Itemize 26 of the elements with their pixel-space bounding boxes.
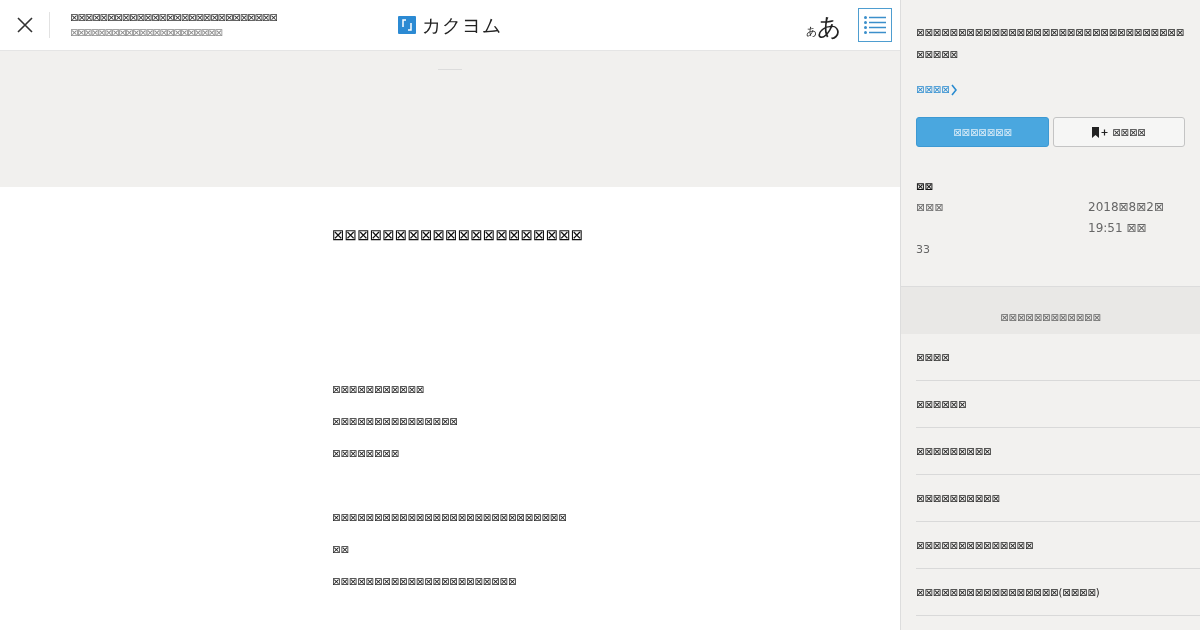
- episode-title: ⊠⊠⊠⊠⊠⊠⊠⊠⊠⊠⊠⊠⊠⊠⊠⊠⊠⊠⊠⊠: [332, 225, 584, 246]
- sidebar-heading: ⊠⊠: [916, 180, 933, 194]
- detail-label: 33: [916, 242, 930, 258]
- detail-value: 2018⊠8⊠2⊠ 19:51 ⊠⊠: [1088, 199, 1164, 237]
- page-title: ⊠⊠⊠⊠⊠⊠⊠⊠⊠⊠⊠⊠⊠⊠⊠⊠⊠⊠⊠⊠⊠⊠⊠⊠⊠⊠⊠⊠: [70, 11, 277, 25]
- episode-link[interactable]: ⊠⊠⊠⊠⊠⊠: [916, 381, 1200, 428]
- page-subtitle: ⊠⊠⊠⊠⊠⊠⊠⊠⊠⊠⊠⊠⊠⊠⊠⊠⊠⊠⊠⊠⊠⊠: [70, 27, 222, 39]
- episode-link[interactable]: ⊠⊠⊠⊠⊠⊠⊠⊠⊠⊠⊠⊠⊠⊠: [916, 522, 1200, 569]
- bookmark-button[interactable]: ⊠⊠⊠⊠: [1053, 117, 1185, 147]
- list-button[interactable]: [858, 8, 892, 42]
- close-icon: [16, 17, 33, 33]
- episode-link[interactable]: ⊠⊠⊠⊠⊠⊠⊠⊠⊠: [916, 428, 1200, 475]
- episode-link[interactable]: ⊠⊠⊠⊠: [916, 334, 1200, 381]
- episode-link[interactable]: ⊠⊠⊠⊠⊠⊠⊠⊠⊠⊠⊠⊠⊠⊠⊠⊠⊠(⊠⊠⊠⊠): [916, 569, 1200, 616]
- logo-link[interactable]: カクヨム: [398, 13, 502, 37]
- chevron-right-icon: [950, 84, 957, 96]
- paragraph: ⊠⊠⊠⊠⊠⊠⊠⊠⊠⊠⊠⊠⊠⊠⊠⊠⊠⊠⊠⊠⊠⊠⊠⊠⊠⊠⊠⊠ ⊠⊠ ⊠⊠⊠⊠⊠⊠⊠⊠⊠⊠⊠⊠⊠⊠⊠⊠⊠⊠⊠⊠⊠⊠: [332, 511, 567, 589]
- paragraph: ⊠⊠⊠⊠⊠⊠⊠⊠⊠⊠⊠ ⊠⊠⊠⊠⊠⊠⊠⊠⊠⊠⊠⊠⊠⊠⊠ ⊠⊠⊠⊠⊠⊠⊠⊠: [332, 383, 458, 461]
- font-size-button[interactable]: ああ: [806, 8, 842, 42]
- detail-label: ⊠⊠⊠: [916, 200, 944, 216]
- work-title: ⊠⊠⊠⊠⊠⊠⊠⊠⊠⊠⊠⊠⊠⊠⊠⊠⊠⊠⊠⊠⊠⊠⊠⊠⊠⊠⊠⊠⊠⊠⊠⊠⊠⊠⊠⊠⊠: [916, 26, 1185, 62]
- list-icon: [864, 15, 886, 35]
- bookmark-plus-icon: [1092, 126, 1109, 138]
- list-heading: ⊠⊠⊠⊠⊠⊠⊠⊠⊠⊠⊠⊠: [1000, 311, 1101, 325]
- logo-icon: [398, 16, 416, 34]
- episode-link[interactable]: ⊠⊠⊠⊠⊠⊠⊠⊠⊠⊠: [916, 475, 1200, 522]
